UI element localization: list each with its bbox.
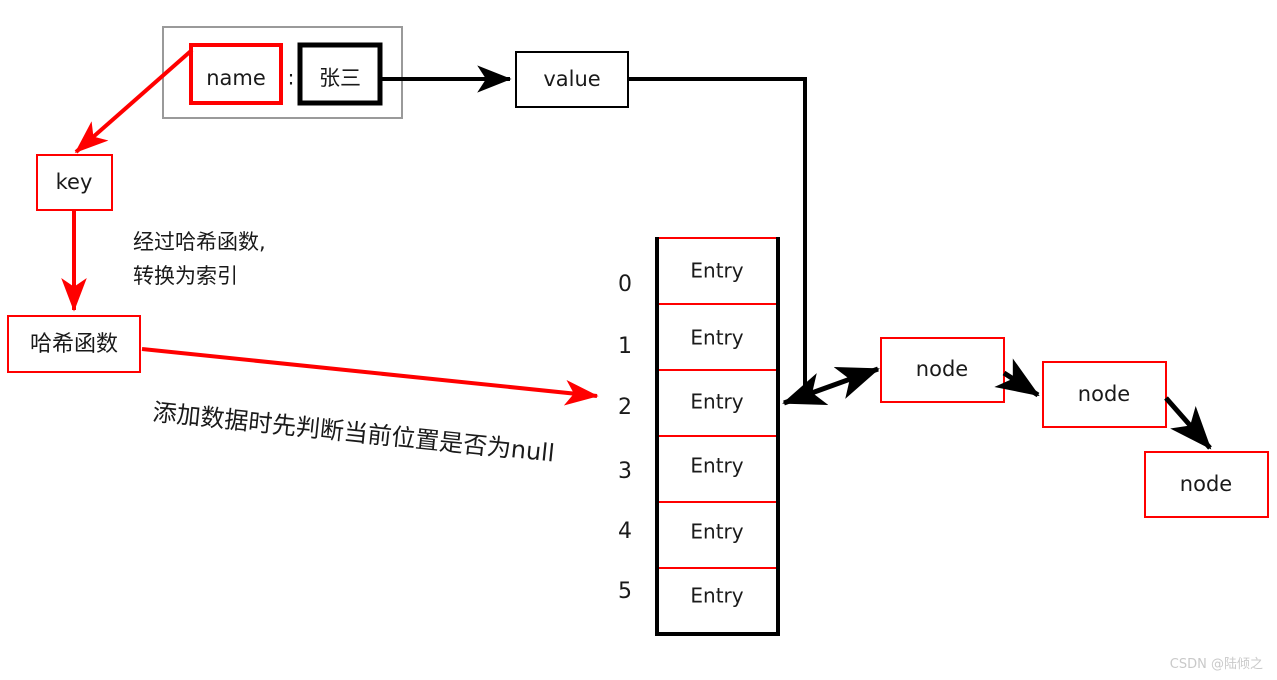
linked-list-node-1: node bbox=[880, 337, 1005, 403]
node-box-label: node bbox=[1180, 472, 1232, 496]
linked-list-node-3: node bbox=[1144, 451, 1269, 518]
key-value-pair-group: name : 张三 bbox=[162, 26, 403, 119]
linked-list-node-2: node bbox=[1042, 361, 1167, 428]
arrow-node1-to-node2 bbox=[994, 358, 1040, 398]
pair-value-label: 张三 bbox=[319, 66, 361, 90]
entry-cell-label: Entry bbox=[690, 520, 743, 544]
entry-index-label: 1 bbox=[618, 334, 632, 359]
pair-key-label: name bbox=[206, 66, 266, 90]
value-box-label: value bbox=[543, 67, 600, 91]
pair-separator: : bbox=[288, 66, 295, 90]
arrow-node2-to-node3 bbox=[1164, 396, 1212, 450]
key-box: key bbox=[36, 154, 113, 211]
key-box-label: key bbox=[56, 170, 93, 194]
hash-note-line-2: 转换为索引 bbox=[133, 264, 238, 288]
hashmap-diagram-canvas: name : 张三 key 经过哈希函数, 转换为索引 哈希函数 添加数据时先判… bbox=[7, 26, 1269, 636]
hash-function-box: 哈希函数 bbox=[7, 315, 141, 373]
hash-function-box-label: 哈希函数 bbox=[30, 332, 118, 357]
entry-index-label: 5 bbox=[618, 579, 632, 604]
entry-cell-label: Entry bbox=[690, 259, 743, 283]
node-box-label: node bbox=[916, 357, 968, 381]
entry-cell-label: Entry bbox=[690, 584, 743, 608]
entry-index-label: 3 bbox=[618, 459, 632, 484]
csdn-watermark: CSDN @陆倾之 bbox=[1169, 657, 1263, 672]
entry-index-label: 4 bbox=[618, 519, 632, 544]
entry-cell-label: Entry bbox=[690, 326, 743, 350]
arrow-hash-to-bucket bbox=[141, 347, 599, 406]
entry-table: Entry Entry Entry Entry Entry Entry 0 1 … bbox=[618, 237, 780, 636]
null-check-note: 添加数据时先判断当前位置是否为null bbox=[151, 398, 556, 467]
value-box: value bbox=[515, 51, 629, 108]
entry-cell-label: Entry bbox=[690, 454, 743, 478]
entry-cell-label: Entry bbox=[690, 390, 743, 414]
entry-index-label: 2 bbox=[618, 395, 632, 420]
entry-index-label: 0 bbox=[618, 272, 632, 297]
arrow-bucket-to-node bbox=[782, 366, 880, 406]
node-box-label: node bbox=[1078, 382, 1130, 406]
hash-note-line-1: 经过哈希函数, bbox=[133, 230, 266, 254]
